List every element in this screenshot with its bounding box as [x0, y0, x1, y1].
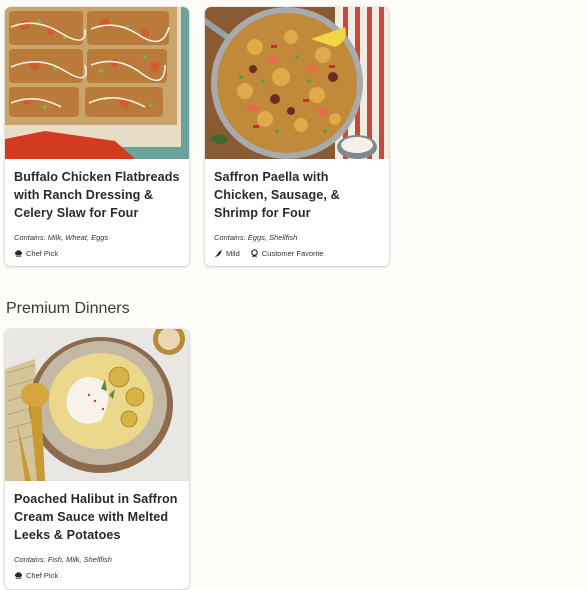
chef-hat-icon — [14, 572, 23, 579]
meal-title[interactable]: Buffalo Chicken Flatbreads with Ranch Dr… — [14, 168, 180, 222]
tag-customer-favorite: Customer Favorite — [250, 249, 324, 258]
poached-halibut-photo — [5, 329, 189, 481]
award-ribbon-icon — [251, 249, 258, 258]
pepper-icon — [214, 249, 222, 257]
meal-title[interactable]: Saffron Paella with Chicken, Sausage, & … — [214, 168, 380, 222]
section-title: Premium Dinners — [6, 300, 130, 317]
meal-card-buffalo-chicken[interactable]: Buffalo Chicken Flatbreads with Ranch Dr… — [5, 7, 189, 266]
meal-card-saffron-paella[interactable]: Saffron Paella with Chicken, Sausage, & … — [205, 7, 389, 266]
tag-label: Chef Pick — [26, 571, 59, 580]
tag-list: Chef Pick — [14, 249, 180, 258]
buffalo-chicken-flatbread-photo — [5, 7, 189, 159]
allergen-text: Contains: Fish, Milk, Shellfish — [14, 555, 112, 564]
allergen-text: Contains: Eggs, Shellfish — [214, 233, 298, 242]
tag-label: Mild — [226, 249, 240, 258]
tag-label: Customer Favorite — [261, 249, 324, 258]
meal-title[interactable]: Poached Halibut in Saffron Cream Sauce w… — [14, 490, 180, 544]
tag-list: Mild Customer Favorite — [214, 249, 380, 258]
allergen-text: Contains: Milk, Wheat, Eggs — [14, 233, 109, 242]
saffron-paella-photo — [205, 7, 389, 159]
tag-list: Chef Pick — [14, 571, 180, 580]
meal-card-poached-halibut[interactable]: Poached Halibut in Saffron Cream Sauce w… — [5, 329, 189, 589]
tag-chef-pick: Chef Pick — [14, 249, 58, 258]
tag-mild: Mild — [214, 249, 240, 258]
tag-chef-pick: Chef Pick — [14, 571, 58, 580]
tag-label: Chef Pick — [26, 249, 59, 258]
chef-hat-icon — [14, 250, 23, 257]
